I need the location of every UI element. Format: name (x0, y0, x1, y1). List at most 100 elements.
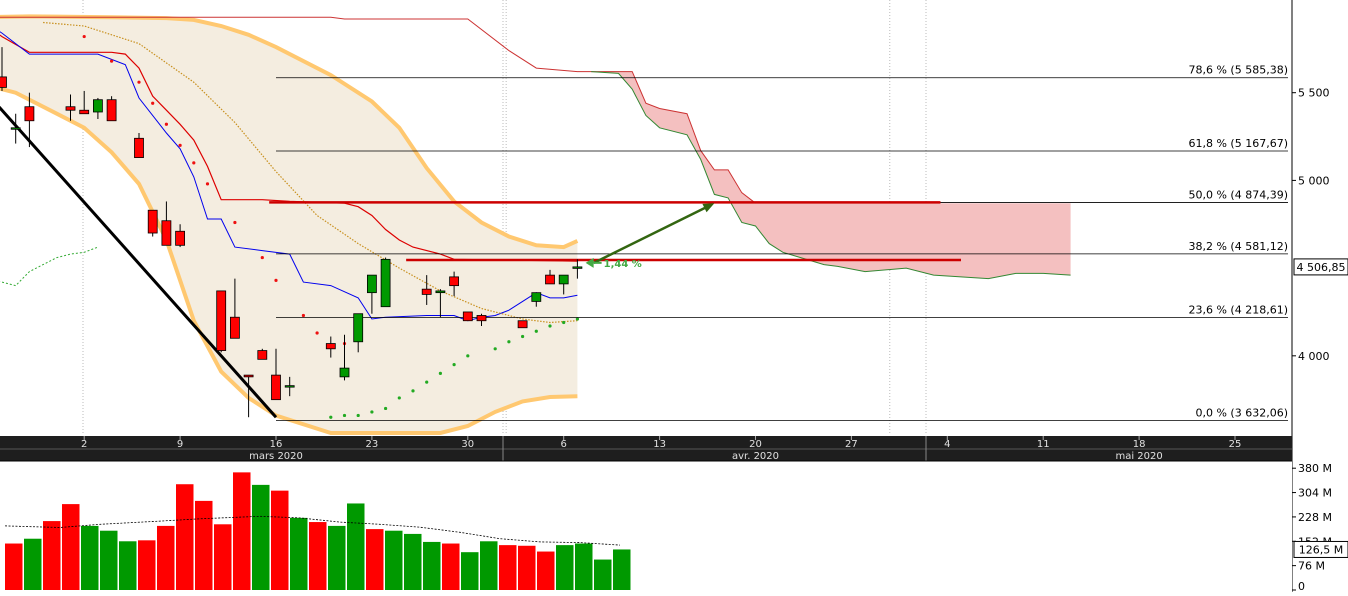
psar-bear-dot (205, 182, 210, 186)
candle-body[interactable] (10, 127, 21, 130)
volume-bar[interactable] (309, 522, 327, 590)
volume-bar[interactable] (347, 503, 365, 590)
last-volume-label: 126,5 M (1299, 543, 1343, 556)
psar-bear-dot (192, 161, 196, 165)
volume-bar[interactable] (214, 524, 232, 590)
volume-bar[interactable] (43, 521, 61, 590)
candle-body[interactable] (531, 292, 542, 302)
candle-body[interactable] (476, 315, 487, 322)
volume-bar[interactable] (81, 525, 99, 590)
volume-bar[interactable] (537, 551, 555, 590)
volume-bar[interactable] (613, 549, 631, 590)
volume-bar[interactable] (5, 543, 23, 590)
volume-bar[interactable] (195, 500, 213, 590)
volume-bar[interactable] (423, 541, 441, 590)
fibonacci-label: 61,8 % (5 167,67) (1188, 137, 1288, 150)
psar-bear-dot (82, 34, 86, 39)
last-price-label: 4 506,85 (1297, 261, 1346, 274)
psar-bull-dot (438, 371, 442, 375)
fibonacci-label: 0,0 % (3 632,06) (1195, 406, 1288, 419)
volume-bar[interactable] (499, 545, 517, 590)
psar-bull-dot (384, 406, 388, 411)
candle-body[interactable] (366, 274, 377, 294)
volume-bar[interactable] (461, 552, 479, 590)
time-axis-label: 2 (81, 439, 87, 450)
volume-bar[interactable] (157, 525, 175, 590)
time-axis-month-label: mai 2020 (1115, 451, 1162, 462)
fibonacci-label: 78,6 % (5 585,38) (1188, 64, 1288, 77)
psar-bull-dot (534, 329, 538, 333)
candle-body[interactable] (24, 106, 35, 122)
candle-body[interactable] (93, 99, 103, 113)
volume-bar[interactable] (176, 484, 194, 590)
volume-bar[interactable] (252, 484, 270, 590)
volume-bar[interactable] (138, 540, 156, 590)
candle-body[interactable] (161, 220, 172, 246)
psar-bull-dot (466, 354, 470, 358)
volume-bar[interactable] (385, 530, 403, 590)
volume-bar[interactable] (480, 541, 498, 590)
psar-bull-dot (411, 389, 415, 393)
candle-body[interactable] (339, 367, 350, 378)
candle-body[interactable] (147, 209, 158, 234)
candle-body[interactable] (229, 316, 240, 339)
candle-body[interactable] (421, 288, 432, 295)
time-axis-label: 30 (461, 439, 474, 450)
candle-body[interactable] (134, 137, 144, 158)
volume-bar[interactable] (404, 533, 422, 590)
candle-body[interactable] (65, 106, 76, 111)
price-axis-label: 5 000 (1298, 174, 1330, 187)
volume-bar[interactable] (100, 530, 118, 590)
volume-panel (0, 461, 1292, 592)
candle-body[interactable] (325, 343, 336, 350)
psar-bull-dot (425, 380, 429, 384)
volume-bar[interactable] (24, 538, 42, 590)
candle-body[interactable] (517, 320, 528, 329)
candle-body[interactable] (545, 274, 555, 285)
time-axis-label: 23 (366, 439, 379, 450)
time-axis-label: 4 (944, 439, 950, 450)
volume-bar[interactable] (290, 517, 308, 590)
volume-bar[interactable] (119, 541, 137, 590)
chart-root: 78,6 % (5 585,38) 61,8 % (5 167,67) 50,0 %… (0, 0, 1348, 593)
psar-bull-dot (356, 413, 360, 418)
candle-body[interactable] (284, 385, 295, 388)
candle-body[interactable] (257, 350, 268, 360)
psar-bear-dot (233, 220, 237, 225)
volume-bar[interactable] (556, 545, 574, 590)
candle-body[interactable] (558, 274, 569, 285)
volume-bar[interactable] (233, 472, 251, 590)
candle-body[interactable] (216, 290, 227, 351)
volume-bar[interactable] (271, 490, 289, 590)
time-axis-month-label: avr. 2020 (732, 451, 779, 462)
candle-body[interactable] (449, 276, 460, 287)
candle-body[interactable] (0, 76, 7, 88)
psar-bull-dot (493, 347, 497, 351)
volume-bar[interactable] (62, 504, 80, 590)
fibonacci-label: 50,0 % (4 874,39) (1188, 188, 1288, 201)
time-axis-label: 25 (1229, 439, 1242, 450)
psar-bull-dot (521, 334, 525, 339)
volume-bar[interactable] (442, 543, 460, 590)
volume-bar[interactable] (328, 525, 346, 590)
volume-bar[interactable] (575, 543, 593, 590)
candle-body[interactable] (243, 374, 254, 378)
volume-bar[interactable] (594, 559, 612, 590)
candle-body[interactable] (462, 311, 473, 322)
candle-body[interactable] (175, 230, 186, 246)
price-chart[interactable]: 78,6 % (5 585,38) 61,8 % (5 167,67) 50,0 %… (0, 0, 1348, 593)
candle-body[interactable] (79, 109, 90, 115)
candle-body[interactable] (353, 313, 364, 343)
time-axis-month-label: mars 2020 (249, 451, 303, 462)
volume-bar[interactable] (366, 529, 384, 590)
candle-body[interactable] (435, 290, 446, 294)
candle-body[interactable] (380, 258, 391, 308)
candle-body[interactable] (106, 99, 117, 122)
psar-bear-dot (315, 331, 319, 335)
candle-body[interactable] (572, 266, 583, 269)
volume-bar[interactable] (518, 545, 536, 590)
psar-bull-dot (452, 362, 456, 367)
candle-body[interactable] (271, 374, 281, 401)
time-axis-label: 13 (653, 439, 666, 450)
psar-bull-dot (507, 340, 511, 344)
